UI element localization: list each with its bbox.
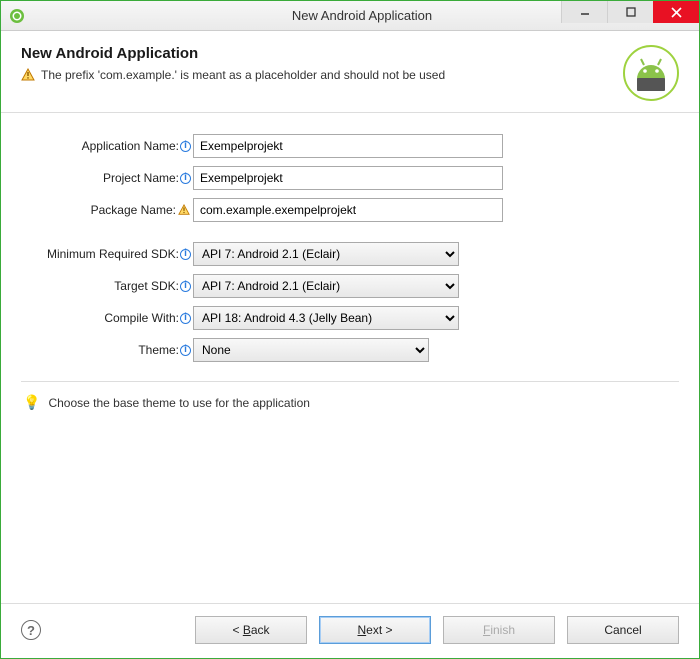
info-icon: i [180, 173, 191, 184]
titlebar: New Android Application [1, 1, 699, 31]
wizard-header: New Android Application The prefix 'com.… [1, 31, 699, 113]
hint-text: Choose the base theme to use for the app… [48, 396, 310, 410]
info-icon: i [180, 313, 191, 324]
info-icon: i [180, 249, 191, 260]
theme-select[interactable]: None [193, 338, 429, 362]
target-sdk-select[interactable]: API 7: Android 2.1 (Eclair) [193, 274, 459, 298]
label-project-name: Project Name:i [21, 171, 193, 185]
warning-icon [21, 68, 35, 82]
close-button[interactable] [653, 1, 699, 23]
app-icon [9, 8, 25, 24]
hint-row: 💡 Choose the base theme to use for the a… [21, 394, 679, 411]
window-controls [561, 1, 699, 23]
wizard-footer: ? < Back Next > Finish Cancel [1, 603, 699, 658]
info-icon: i [180, 345, 191, 356]
info-icon: i [180, 141, 191, 152]
finish-button[interactable]: Finish [443, 616, 555, 644]
dialog-new-android-application: New Android Application New Android Appl… [0, 0, 700, 659]
android-icon [623, 45, 679, 101]
package-name-input[interactable] [193, 198, 503, 222]
label-package-name: Package Name: [21, 203, 193, 217]
wizard-body: Application Name:i Project Name:i Packag… [1, 113, 699, 603]
label-application-name: Application Name:i [21, 139, 193, 153]
label-min-sdk: Minimum Required SDK:i [21, 247, 193, 261]
label-theme: Theme:i [21, 343, 193, 357]
header-warning: The prefix 'com.example.' is meant as a … [21, 68, 623, 82]
compile-with-select[interactable]: API 18: Android 4.3 (Jelly Bean) [193, 306, 459, 330]
info-icon: i [180, 281, 191, 292]
application-name-input[interactable] [193, 134, 503, 158]
project-name-input[interactable] [193, 166, 503, 190]
label-compile-with: Compile With:i [21, 311, 193, 325]
minimize-button[interactable] [561, 1, 607, 23]
back-button[interactable]: < Back [195, 616, 307, 644]
next-button[interactable]: Next > [319, 616, 431, 644]
label-target-sdk: Target SDK:i [21, 279, 193, 293]
page-title: New Android Application [21, 45, 623, 62]
warning-icon [177, 203, 191, 217]
lightbulb-icon: 💡 [23, 394, 40, 411]
divider [21, 381, 679, 382]
maximize-button[interactable] [607, 1, 653, 23]
min-sdk-select[interactable]: API 7: Android 2.1 (Eclair) [193, 242, 459, 266]
help-button[interactable]: ? [21, 620, 41, 640]
warning-text: The prefix 'com.example.' is meant as a … [41, 68, 445, 82]
cancel-button[interactable]: Cancel [567, 616, 679, 644]
